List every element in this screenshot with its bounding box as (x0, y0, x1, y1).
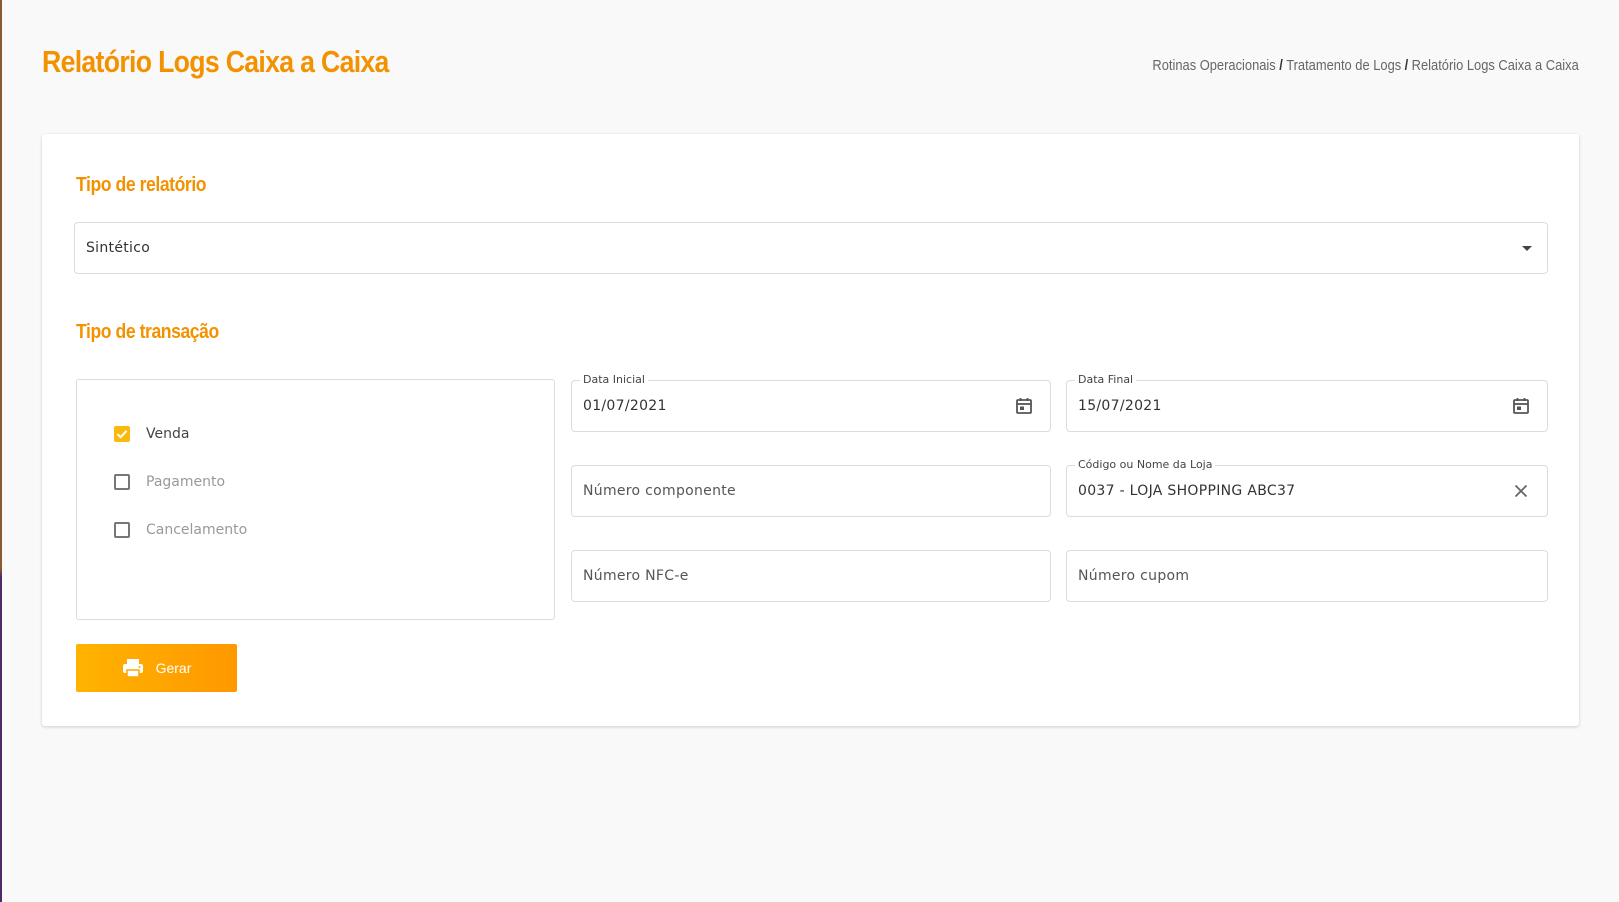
breadcrumb-item-current: Relatório Logs Caixa a Caixa (1411, 57, 1579, 74)
store-label: Código ou Nome da Loja (1075, 458, 1216, 471)
checkbox-venda-box[interactable] (114, 426, 130, 442)
nfce-number-input[interactable] (572, 551, 1050, 601)
breadcrumb-separator: / (1279, 57, 1284, 74)
breadcrumb-separator: / (1404, 57, 1409, 74)
report-type-select[interactable]: Sintético (74, 222, 1548, 274)
checkbox-cancelamento[interactable]: Cancelamento (114, 520, 247, 540)
breadcrumb: Rotinas Operacionais / Tratamento de Logs /… (1153, 57, 1579, 74)
start-date-field[interactable]: Data Inicial 01/07/2021 (571, 373, 1051, 432)
transaction-type-group: Venda Pagamento Cancelamento (76, 379, 555, 620)
coupon-number-field[interactable] (1066, 550, 1548, 602)
clear-icon[interactable] (1511, 481, 1531, 501)
check-icon (116, 430, 128, 439)
checkbox-venda[interactable]: Venda (114, 424, 189, 444)
end-date-field[interactable]: Data Final 15/07/2021 (1066, 373, 1548, 432)
checkbox-venda-label: Venda (146, 426, 190, 442)
breadcrumb-item-tratamento[interactable]: Tratamento de Logs (1286, 57, 1401, 74)
window-edge (0, 0, 2, 902)
component-number-input[interactable] (572, 466, 1050, 516)
checkbox-cancelamento-label: Cancelamento (146, 522, 248, 538)
end-date-label: Data Final (1075, 373, 1137, 386)
end-date-value: 15/07/2021 (1078, 398, 1162, 414)
nfce-number-field[interactable] (571, 550, 1051, 602)
dropdown-arrow-icon (1522, 246, 1532, 251)
store-value: 0037 - LOJA SHOPPING ABC37 (1078, 483, 1296, 499)
coupon-number-input[interactable] (1067, 551, 1547, 601)
checkbox-cancelamento-box[interactable] (114, 522, 130, 538)
generate-button-label: Gerar (155, 660, 192, 676)
checkbox-pagamento[interactable]: Pagamento (114, 472, 225, 492)
report-type-title: Tipo de relatório (76, 174, 207, 196)
page-title: Relatório Logs Caixa a Caixa (42, 44, 389, 79)
start-date-value: 01/07/2021 (583, 398, 667, 414)
printer-icon (122, 659, 143, 678)
start-date-label: Data Inicial (580, 373, 648, 386)
checkbox-pagamento-label: Pagamento (146, 474, 226, 490)
calendar-icon[interactable] (1014, 396, 1034, 416)
checkbox-pagamento-box[interactable] (114, 474, 130, 490)
component-number-field[interactable] (571, 465, 1051, 517)
generate-button[interactable]: Gerar (76, 644, 237, 692)
report-form-card: Tipo de relatório Sintético Tipo de tran… (42, 134, 1579, 726)
store-field[interactable]: Código ou Nome da Loja 0037 - LOJA SHOPP… (1066, 458, 1548, 517)
report-type-selected-value: Sintético (86, 240, 151, 256)
breadcrumb-item-rotinas[interactable]: Rotinas Operacionais (1153, 57, 1276, 74)
transaction-type-title: Tipo de transação (76, 321, 219, 343)
calendar-icon[interactable] (1511, 396, 1531, 416)
